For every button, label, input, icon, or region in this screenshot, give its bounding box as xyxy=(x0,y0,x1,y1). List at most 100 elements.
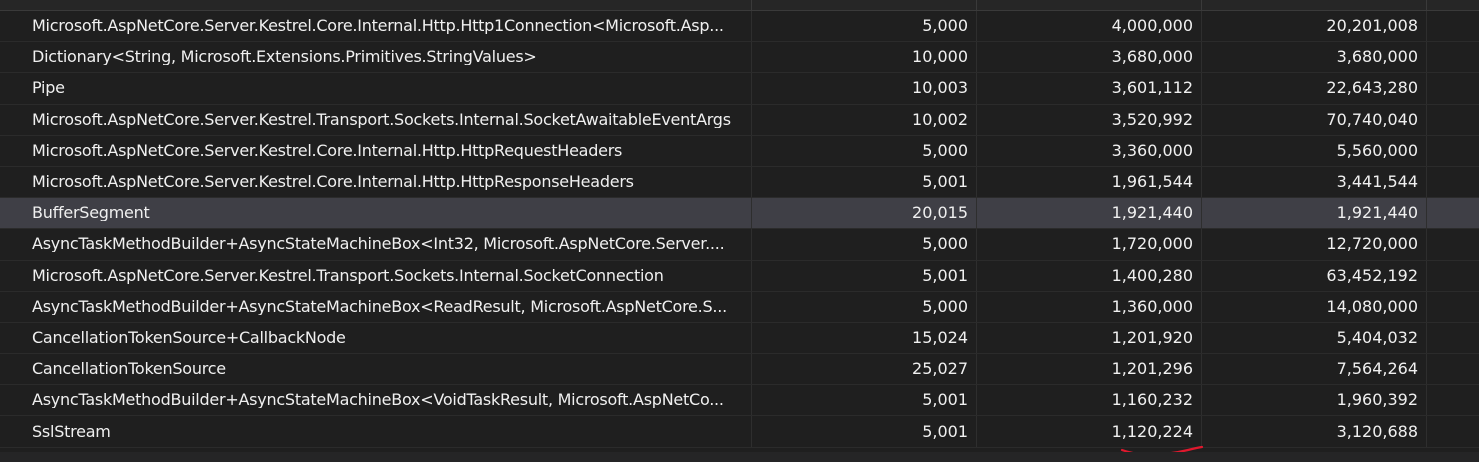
type-name-cell: Microsoft.AspNetCore.Server.Kestrel.Core… xyxy=(0,135,752,166)
size-cell: 1,360,000 xyxy=(977,291,1202,322)
count-cell: 5,000 xyxy=(752,229,977,260)
table-row[interactable]: CancellationTokenSource+CallbackNode 15,0… xyxy=(0,322,1479,355)
type-name-cell: CancellationTokenSource+CallbackNode xyxy=(0,322,752,354)
type-name: AsyncTaskMethodBuilder+AsyncStateMachine… xyxy=(32,392,724,409)
count-cell: 5,001 xyxy=(752,385,977,416)
row-spacer xyxy=(1427,136,1479,166)
row-spacer xyxy=(1427,42,1479,72)
count-cell: 5,001 xyxy=(752,260,977,291)
row-spacer xyxy=(1427,323,1479,353)
row-spacer xyxy=(1427,11,1479,41)
type-name-cell: Microsoft.AspNetCore.Server.Kestrel.Tran… xyxy=(0,260,752,291)
size-cell: 1,400,280 xyxy=(977,260,1202,291)
count-cell: 5,000 xyxy=(752,135,977,166)
table-row[interactable]: Dictionary<String, Microsoft.Extensions.… xyxy=(0,42,1479,74)
table-row[interactable]: BufferSegment 20,015 1,921,440 1,921,440 xyxy=(0,198,1479,230)
type-name-cell: Microsoft.AspNetCore.Server.Kestrel.Core… xyxy=(0,166,752,198)
inclusive-size-cell: 1,921,440 xyxy=(1202,198,1427,229)
inclusive-size-cell: 7,564,264 xyxy=(1202,354,1427,385)
inclusive-size-cell: 3,441,544 xyxy=(1202,166,1427,198)
size-cell: 3,360,000 xyxy=(977,135,1202,166)
count-cell: 10,000 xyxy=(752,42,977,73)
heap-types-table: Microsoft.AspNetCore.Server.Kestrel.Core… xyxy=(0,0,1479,448)
table-row[interactable]: Microsoft.AspNetCore.Server.Kestrel.Core… xyxy=(0,166,1479,199)
type-name: Microsoft.AspNetCore.Server.Kestrel.Core… xyxy=(32,174,634,191)
type-name: AsyncTaskMethodBuilder+AsyncStateMachine… xyxy=(32,236,725,253)
horizontal-scrollbar-track[interactable] xyxy=(0,452,1479,462)
column-header-size[interactable] xyxy=(977,0,1202,10)
count-cell: 20,015 xyxy=(752,198,977,229)
table-row[interactable]: Microsoft.AspNetCore.Server.Kestrel.Tran… xyxy=(0,260,1479,292)
count-cell: 5,001 xyxy=(752,166,977,198)
type-name: CancellationTokenSource+CallbackNode xyxy=(32,329,346,346)
type-name-cell: AsyncTaskMethodBuilder+AsyncStateMachine… xyxy=(0,385,752,416)
table-row[interactable]: SslStream 5,001 1,120,224 3,120,688 xyxy=(0,416,1479,448)
count-cell: 5,000 xyxy=(752,291,977,322)
row-spacer xyxy=(1427,292,1479,322)
size-cell: 1,720,000 xyxy=(977,229,1202,260)
inclusive-size-cell: 20,201,008 xyxy=(1202,11,1427,42)
type-name-cell: Microsoft.AspNetCore.Server.Kestrel.Core… xyxy=(0,11,752,42)
type-name-cell: Microsoft.AspNetCore.Server.Kestrel.Tran… xyxy=(0,104,752,135)
column-header-row xyxy=(0,0,1479,11)
size-cell: 1,160,232 xyxy=(977,385,1202,416)
row-spacer xyxy=(1427,73,1479,103)
type-name-cell: AsyncTaskMethodBuilder+AsyncStateMachine… xyxy=(0,229,752,260)
table-body: Microsoft.AspNetCore.Server.Kestrel.Core… xyxy=(0,11,1479,448)
type-name: BufferSegment xyxy=(32,205,150,222)
inclusive-size-cell: 3,120,688 xyxy=(1202,416,1427,447)
table-row[interactable]: Microsoft.AspNetCore.Server.Kestrel.Core… xyxy=(0,11,1479,43)
size-cell: 4,000,000 xyxy=(977,11,1202,42)
inclusive-size-cell: 1,960,392 xyxy=(1202,385,1427,416)
row-spacer xyxy=(1427,354,1479,384)
type-name: CancellationTokenSource xyxy=(32,361,226,378)
table-row[interactable]: AsyncTaskMethodBuilder+AsyncStateMachine… xyxy=(0,229,1479,261)
size-cell: 3,601,112 xyxy=(977,73,1202,104)
type-name: Microsoft.AspNetCore.Server.Kestrel.Tran… xyxy=(32,267,664,284)
type-name-cell: BufferSegment xyxy=(0,198,752,229)
type-name-cell: SslStream xyxy=(0,416,752,447)
type-name: Pipe xyxy=(32,80,65,97)
type-name: Microsoft.AspNetCore.Server.Kestrel.Core… xyxy=(32,142,623,159)
inclusive-size-cell: 70,740,040 xyxy=(1202,104,1427,135)
size-cell: 1,201,920 xyxy=(977,322,1202,354)
type-name-cell: AsyncTaskMethodBuilder+AsyncStateMachine… xyxy=(0,291,752,322)
count-cell: 5,000 xyxy=(752,11,977,42)
table-row[interactable]: AsyncTaskMethodBuilder+AsyncStateMachine… xyxy=(0,385,1479,417)
row-spacer xyxy=(1427,416,1479,446)
column-header-type[interactable] xyxy=(0,0,752,10)
row-spacer xyxy=(1427,167,1479,197)
count-cell: 10,002 xyxy=(752,104,977,135)
inclusive-size-cell: 5,560,000 xyxy=(1202,135,1427,166)
table-row[interactable]: Microsoft.AspNetCore.Server.Kestrel.Core… xyxy=(0,135,1479,167)
row-spacer xyxy=(1427,261,1479,291)
type-name-cell: Dictionary<String, Microsoft.Extensions.… xyxy=(0,42,752,73)
inclusive-size-cell: 3,680,000 xyxy=(1202,42,1427,73)
column-header-count[interactable] xyxy=(752,0,977,10)
count-cell: 10,003 xyxy=(752,73,977,104)
count-cell: 15,024 xyxy=(752,322,977,354)
type-name: Dictionary<String, Microsoft.Extensions.… xyxy=(32,49,537,66)
size-cell: 1,921,440 xyxy=(977,198,1202,229)
table-row[interactable]: CancellationTokenSource 25,027 1,201,296 7,… xyxy=(0,354,1479,386)
size-cell: 1,961,544 xyxy=(977,166,1202,198)
table-row[interactable]: Microsoft.AspNetCore.Server.Kestrel.Tran… xyxy=(0,104,1479,136)
inclusive-size-cell: 22,643,280 xyxy=(1202,73,1427,104)
row-spacer xyxy=(1427,105,1479,135)
row-spacer xyxy=(1427,385,1479,415)
size-cell: 3,680,000 xyxy=(977,42,1202,73)
type-name: AsyncTaskMethodBuilder+AsyncStateMachine… xyxy=(32,298,727,315)
count-cell: 25,027 xyxy=(752,354,977,385)
count-cell: 5,001 xyxy=(752,416,977,447)
column-header-spacer xyxy=(1427,0,1479,10)
row-spacer xyxy=(1427,229,1479,259)
inclusive-size-cell: 63,452,192 xyxy=(1202,260,1427,291)
size-cell: 1,201,296 xyxy=(977,354,1202,385)
table-row[interactable]: Pipe 10,003 3,601,112 22,643,280 xyxy=(0,73,1479,105)
row-spacer xyxy=(1427,198,1479,228)
type-name-cell: CancellationTokenSource xyxy=(0,354,752,385)
type-name: SslStream xyxy=(32,423,111,440)
type-name-cell: Pipe xyxy=(0,73,752,104)
column-header-inclusive-size[interactable] xyxy=(1202,0,1427,10)
table-row[interactable]: AsyncTaskMethodBuilder+AsyncStateMachine… xyxy=(0,291,1479,323)
